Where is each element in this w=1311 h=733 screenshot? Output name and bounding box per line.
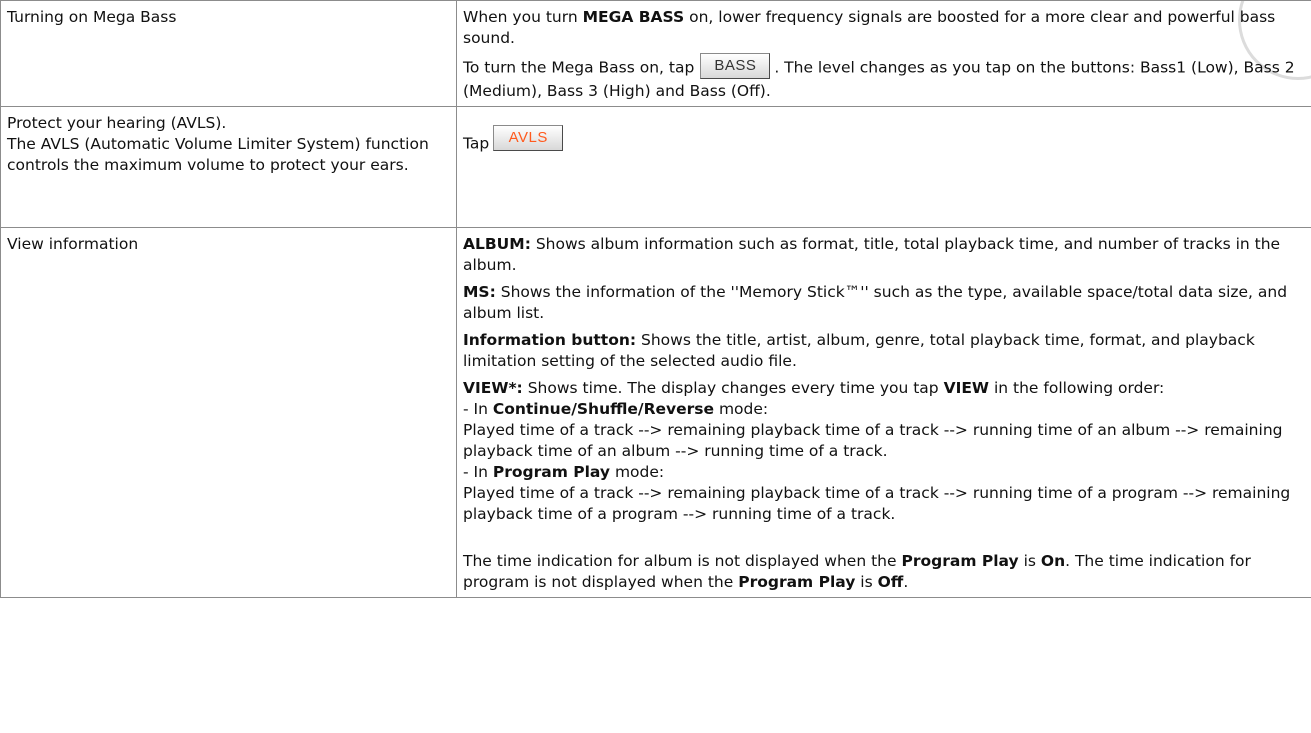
table-row: Protect your hearing (AVLS). The AVLS (A… xyxy=(0,106,1311,228)
mega-bass-term: MEGA BASS xyxy=(582,8,685,26)
text: Shows the information of the ''Memory St… xyxy=(463,283,1288,322)
feature-description: The AVLS (Automatic Volume Limiter Syste… xyxy=(7,135,429,174)
text: To turn the Mega Bass on, tap xyxy=(463,58,695,77)
text: Tap xyxy=(463,134,490,153)
view-paragraph: VIEW*: Shows time. The display changes e… xyxy=(463,378,1305,399)
feature-table: Turning on Mega Bass When you turn MEGA … xyxy=(0,0,1311,598)
text: is xyxy=(855,573,878,591)
mode-sequence: Played time of a track --> remaining pla… xyxy=(463,421,1283,460)
text: Shows album information such as format, … xyxy=(463,235,1281,274)
on-term: On xyxy=(1040,552,1066,570)
feature-cell: Protect your hearing (AVLS). The AVLS (A… xyxy=(0,106,457,228)
text: in the following order: xyxy=(989,379,1165,397)
mode-term: Program Play xyxy=(492,463,611,481)
term-label: MS: xyxy=(463,283,496,301)
text: When you turn xyxy=(463,8,583,26)
mode-term: Continue/Shuffle/Reverse xyxy=(492,400,715,418)
table-row: Turning on Mega Bass When you turn MEGA … xyxy=(0,0,1311,107)
album-paragraph: ALBUM: Shows album information such as f… xyxy=(463,234,1305,276)
term-label: VIEW*: xyxy=(463,379,523,397)
table-row: View information ALBUM: Shows album info… xyxy=(0,227,1311,598)
description-cell: ALBUM: Shows album information such as f… xyxy=(456,227,1311,598)
feature-label: View information xyxy=(7,235,139,253)
text: - In xyxy=(463,400,493,418)
paragraph: To turn the Mega Bass on, tap BASS. The l… xyxy=(463,53,1305,102)
feature-label: Turning on Mega Bass xyxy=(7,8,177,26)
avls-button[interactable]: AVLS xyxy=(493,125,564,151)
mode-heading: - In Continue/Shuffle/Reverse mode: xyxy=(463,399,1305,420)
text: mode: xyxy=(610,463,665,481)
term-label: Information button: xyxy=(463,331,637,349)
information-paragraph: Information button: Shows the title, art… xyxy=(463,330,1305,372)
text: . xyxy=(903,573,909,591)
term-label: ALBUM: xyxy=(463,235,531,253)
description-cell: When you turn MEGA BASS on, lower freque… xyxy=(456,0,1311,107)
view-term: VIEW xyxy=(943,379,990,397)
mode-sequence: Played time of a track --> remaining pla… xyxy=(463,484,1291,523)
feature-label: Protect your hearing (AVLS). xyxy=(7,114,227,132)
text: The time indication for album is not dis… xyxy=(463,552,902,570)
ms-paragraph: MS: Shows the information of the ''Memor… xyxy=(463,282,1305,324)
mode-heading: - In Program Play mode: xyxy=(463,462,1305,483)
text: is xyxy=(1018,552,1041,570)
bass-button[interactable]: BASS xyxy=(700,53,771,79)
note-paragraph: The time indication for album is not dis… xyxy=(463,551,1305,593)
text: Shows time. The display changes every ti… xyxy=(522,379,944,397)
text: mode: xyxy=(714,400,769,418)
text: - In xyxy=(463,463,493,481)
description-cell: Tap AVLS xyxy=(456,106,1311,228)
feature-cell: Turning on Mega Bass xyxy=(0,0,457,107)
paragraph: When you turn MEGA BASS on, lower freque… xyxy=(463,7,1305,49)
program-play-term: Program Play xyxy=(901,552,1019,570)
off-term: Off xyxy=(877,573,904,591)
feature-cell: View information xyxy=(0,227,457,598)
program-play-term: Program Play xyxy=(738,573,856,591)
